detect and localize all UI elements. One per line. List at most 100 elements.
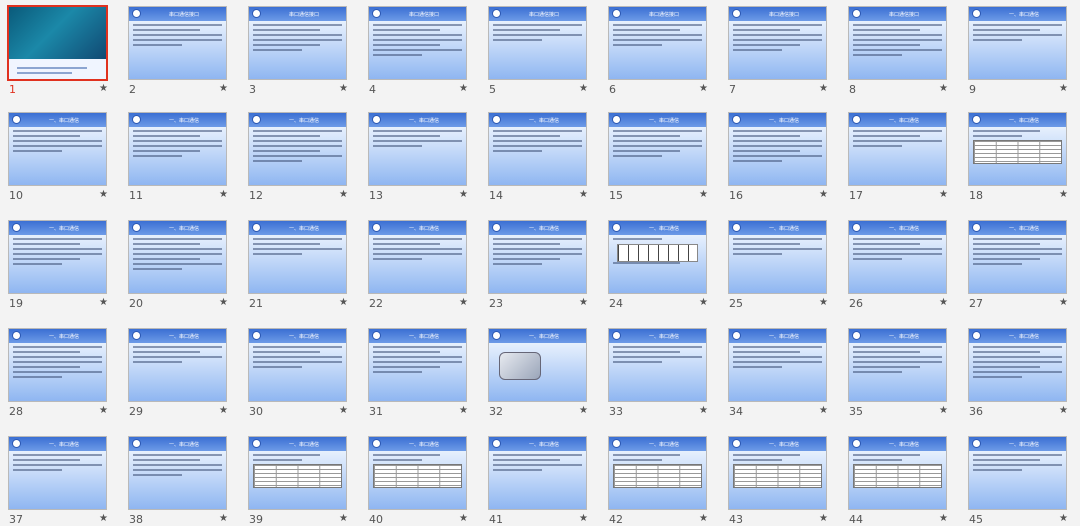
slide-thumbnail[interactable]: 一、串口通信 bbox=[128, 436, 227, 510]
slide-thumbnail[interactable]: 串口通信接口 bbox=[368, 6, 467, 80]
slide-thumbnail[interactable]: 串口通信接口 bbox=[728, 6, 827, 80]
slide-thumbnail-cell[interactable]: 串口通信接口 4 ★ bbox=[360, 0, 480, 106]
slide-thumbnail-cell[interactable]: 一、串口通信 9 ★ bbox=[960, 0, 1080, 106]
slide-thumbnail-cell[interactable]: 一、串口通信 27 ★ bbox=[960, 214, 1080, 322]
slide-transition-icon[interactable]: ★ bbox=[459, 405, 468, 416]
slide-thumbnail[interactable]: 串口通信接口 bbox=[128, 6, 227, 80]
slide-transition-icon[interactable]: ★ bbox=[99, 513, 108, 524]
slide-thumbnail[interactable]: 一、串口通信 bbox=[608, 436, 707, 510]
slide-thumbnail-cell[interactable]: 一、串口通信 35 ★ bbox=[840, 322, 960, 430]
slide-thumbnail-cell[interactable]: 一、串口通信 36 ★ bbox=[960, 322, 1080, 430]
slide-transition-icon[interactable]: ★ bbox=[699, 405, 708, 416]
slide-transition-icon[interactable]: ★ bbox=[219, 297, 228, 308]
slide-thumbnail-cell[interactable]: 一、串口通信 24 ★ bbox=[600, 214, 720, 322]
slide-thumbnail[interactable]: 一、串口通信 bbox=[848, 436, 947, 510]
slide-thumbnail[interactable]: 串口通信接口 bbox=[848, 6, 947, 80]
slide-transition-icon[interactable]: ★ bbox=[1059, 405, 1068, 416]
slide-transition-icon[interactable]: ★ bbox=[939, 83, 948, 94]
slide-thumbnail-cell[interactable]: 一、串口通信 15 ★ bbox=[600, 106, 720, 214]
slide-thumbnail-cell[interactable]: 一、串口通信 10 ★ bbox=[0, 106, 120, 214]
slide-thumbnail-cell[interactable]: 一、串口通信 23 ★ bbox=[480, 214, 600, 322]
slide-thumbnail-cell[interactable]: 一、串口通信 39 ★ bbox=[240, 430, 360, 526]
slide-thumbnail[interactable]: 一、串口通信 bbox=[968, 436, 1067, 510]
slide-thumbnail[interactable]: 一、串口通信 bbox=[368, 436, 467, 510]
slide-transition-icon[interactable]: ★ bbox=[1059, 297, 1068, 308]
slide-thumbnail-cell[interactable]: 一、串口通信 13 ★ bbox=[360, 106, 480, 214]
slide-thumbnail-cell[interactable]: 一、串口通信 34 ★ bbox=[720, 322, 840, 430]
slide-thumbnail[interactable]: 一、串口通信 bbox=[848, 112, 947, 186]
slide-thumbnail-cell[interactable]: 串口通信接口 8 ★ bbox=[840, 0, 960, 106]
slide-transition-icon[interactable]: ★ bbox=[819, 297, 828, 308]
slide-thumbnail[interactable]: 一、串口通信 bbox=[728, 328, 827, 402]
slide-thumbnail-cell[interactable]: 一、串口通信 14 ★ bbox=[480, 106, 600, 214]
slide-transition-icon[interactable]: ★ bbox=[99, 297, 108, 308]
slide-thumbnail[interactable]: 一、串口通信 bbox=[728, 112, 827, 186]
slide-thumbnail[interactable]: 一、串口通信 bbox=[848, 220, 947, 294]
slide-thumbnail[interactable]: 一、串口通信 bbox=[368, 220, 467, 294]
slide-thumbnail-cell[interactable]: 串口通信接口 5 ★ bbox=[480, 0, 600, 106]
slide-thumbnail-cell[interactable]: 一、串口通信 40 ★ bbox=[360, 430, 480, 526]
slide-thumbnail[interactable]: 一、串口通信 bbox=[488, 328, 587, 402]
slide-thumbnail-cell[interactable]: 一、串口通信 20 ★ bbox=[120, 214, 240, 322]
slide-thumbnail-cell[interactable]: 串口通信接口 6 ★ bbox=[600, 0, 720, 106]
slide-thumbnail[interactable]: 串口通信接口 bbox=[608, 6, 707, 80]
slide-thumbnail-cell[interactable]: 串口通信接口 3 ★ bbox=[240, 0, 360, 106]
slide-thumbnail-cell[interactable]: 一、串口通信 31 ★ bbox=[360, 322, 480, 430]
slide-thumbnail-cell[interactable]: 一、串口通信 18 ★ bbox=[960, 106, 1080, 214]
slide-thumbnail-cell[interactable]: 一、串口通信 22 ★ bbox=[360, 214, 480, 322]
slide-thumbnail-cell[interactable]: 一、串口通信 16 ★ bbox=[720, 106, 840, 214]
slide-transition-icon[interactable]: ★ bbox=[819, 83, 828, 94]
slide-thumbnail[interactable]: 一、串口通信 bbox=[128, 112, 227, 186]
slide-thumbnail-cell[interactable]: 一、串口通信 42 ★ bbox=[600, 430, 720, 526]
slide-transition-icon[interactable]: ★ bbox=[939, 405, 948, 416]
slide-thumbnail[interactable]: 一、串口通信 bbox=[488, 112, 587, 186]
slide-thumbnail-cell[interactable]: 一、串口通信 21 ★ bbox=[240, 214, 360, 322]
slide-thumbnail[interactable]: 一、串口通信 bbox=[8, 220, 107, 294]
slide-transition-icon[interactable]: ★ bbox=[219, 189, 228, 200]
slide-thumbnail[interactable]: 串口通信接口 bbox=[488, 6, 587, 80]
slide-thumbnail[interactable] bbox=[7, 5, 108, 81]
slide-thumbnail-cell[interactable]: 一、串口通信 33 ★ bbox=[600, 322, 720, 430]
slide-thumbnail-cell[interactable]: 一、串口通信 19 ★ bbox=[0, 214, 120, 322]
slide-thumbnail[interactable]: 一、串口通信 bbox=[968, 112, 1067, 186]
slide-thumbnail-cell[interactable]: 一、串口通信 32 ★ bbox=[480, 322, 600, 430]
slide-thumbnail[interactable]: 一、串口通信 bbox=[8, 328, 107, 402]
slide-transition-icon[interactable]: ★ bbox=[579, 83, 588, 94]
slide-transition-icon[interactable]: ★ bbox=[219, 405, 228, 416]
slide-thumbnail[interactable]: 一、串口通信 bbox=[608, 328, 707, 402]
slide-transition-icon[interactable]: ★ bbox=[699, 297, 708, 308]
slide-transition-icon[interactable]: ★ bbox=[1059, 189, 1068, 200]
slide-transition-icon[interactable]: ★ bbox=[579, 189, 588, 200]
slide-transition-icon[interactable]: ★ bbox=[819, 513, 828, 524]
slide-transition-icon[interactable]: ★ bbox=[459, 297, 468, 308]
slide-thumbnail[interactable]: 一、串口通信 bbox=[248, 220, 347, 294]
slide-transition-icon[interactable]: ★ bbox=[99, 405, 108, 416]
slide-thumbnail[interactable]: 一、串口通信 bbox=[248, 112, 347, 186]
slide-transition-icon[interactable]: ★ bbox=[699, 513, 708, 524]
slide-thumbnail-cell[interactable]: 一、串口通信 37 ★ bbox=[0, 430, 120, 526]
slide-thumbnail-cell[interactable]: 一、串口通信 12 ★ bbox=[240, 106, 360, 214]
slide-transition-icon[interactable]: ★ bbox=[219, 513, 228, 524]
slide-thumbnail-cell[interactable]: 一、串口通信 11 ★ bbox=[120, 106, 240, 214]
slide-transition-icon[interactable]: ★ bbox=[699, 189, 708, 200]
slide-transition-icon[interactable]: ★ bbox=[339, 297, 348, 308]
slide-thumbnail-cell[interactable]: 一、串口通信 30 ★ bbox=[240, 322, 360, 430]
slide-thumbnail-cell[interactable]: 一、串口通信 25 ★ bbox=[720, 214, 840, 322]
slide-thumbnail-cell[interactable]: 串口通信接口 2 ★ bbox=[120, 0, 240, 106]
slide-thumbnail[interactable]: 一、串口通信 bbox=[848, 328, 947, 402]
slide-thumbnail-cell[interactable]: 一、串口通信 41 ★ bbox=[480, 430, 600, 526]
slide-thumbnail[interactable]: 一、串口通信 bbox=[368, 112, 467, 186]
slide-transition-icon[interactable]: ★ bbox=[99, 83, 108, 94]
slide-transition-icon[interactable]: ★ bbox=[699, 83, 708, 94]
slide-thumbnail[interactable]: 一、串口通信 bbox=[8, 112, 107, 186]
slide-thumbnail-cell[interactable]: 一、串口通信 38 ★ bbox=[120, 430, 240, 526]
slide-thumbnail[interactable]: 一、串口通信 bbox=[968, 220, 1067, 294]
slide-transition-icon[interactable]: ★ bbox=[339, 83, 348, 94]
slide-transition-icon[interactable]: ★ bbox=[99, 189, 108, 200]
slide-transition-icon[interactable]: ★ bbox=[579, 513, 588, 524]
slide-transition-icon[interactable]: ★ bbox=[339, 189, 348, 200]
slide-thumbnail[interactable]: 一、串口通信 bbox=[608, 220, 707, 294]
slide-transition-icon[interactable]: ★ bbox=[339, 513, 348, 524]
slide-transition-icon[interactable]: ★ bbox=[219, 83, 228, 94]
slide-thumbnail[interactable]: 一、串口通信 bbox=[608, 112, 707, 186]
